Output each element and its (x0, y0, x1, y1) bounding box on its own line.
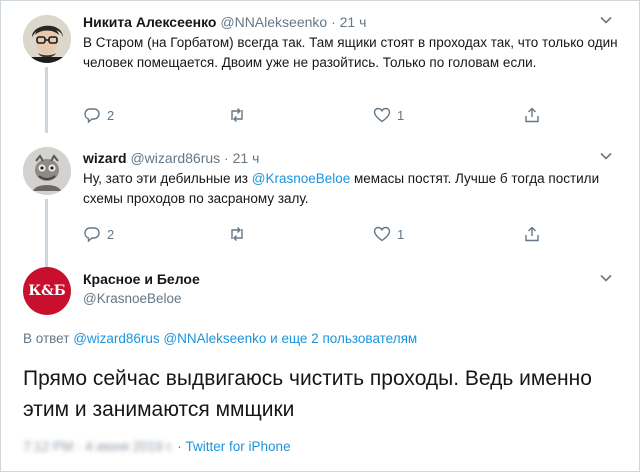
reply-icon (84, 108, 100, 124)
tweet-actions: 2 1 (83, 225, 553, 245)
reply-prefix: В ответ (23, 331, 70, 346)
reply-button[interactable]: 2 (83, 225, 114, 243)
avatar[interactable] (23, 147, 71, 195)
retweet-icon (231, 108, 243, 122)
separator: · (173, 439, 186, 454)
thread-line (45, 199, 48, 267)
retweet-icon (231, 227, 243, 241)
tweet-header: Никита Алексеенко @NNAlekseenko · 21 ч (83, 13, 619, 31)
author-name[interactable]: wizard (83, 150, 127, 166)
chevron-down-icon[interactable] (599, 271, 613, 285)
brand-logo-text: К&Б (28, 283, 66, 299)
author-handle[interactable]: @KrasnoeBeloe (83, 291, 619, 306)
author-handle[interactable]: @NNAlekseenko (220, 14, 327, 30)
timestamp[interactable]: 21 ч (340, 14, 367, 30)
tweet-nikita[interactable]: Никита Алексеенко @NNAlekseenko · 21 ч В… (1, 11, 640, 133)
reply-count: 2 (107, 226, 115, 242)
tweet-thread: Никита Алексеенко @NNAlekseenko · 21 ч В… (0, 0, 640, 472)
mention-link[interactable]: @KrasnoeBeloe (252, 171, 351, 186)
like-icon (373, 107, 391, 123)
share-icon (525, 107, 539, 123)
text-part: Ну, зато эти дебильные из (83, 171, 252, 186)
share-icon (525, 226, 539, 242)
timestamp-blurred[interactable]: 7:12 PM · 4 июня 2019 г. (23, 439, 174, 454)
avatar[interactable] (23, 15, 71, 63)
thread-line (45, 67, 48, 133)
share-button[interactable] (523, 106, 541, 124)
like-button[interactable]: 1 (373, 106, 404, 124)
timestamp[interactable]: 21 ч (233, 150, 260, 166)
main-author: Красное и Белое @KrasnoeBeloe (83, 271, 619, 306)
chevron-down-icon[interactable] (599, 149, 613, 163)
reply-to-line: В ответ @wizard86rus @NNAlekseenko и еще… (23, 331, 417, 346)
like-count: 1 (397, 107, 405, 123)
reply-icon (84, 227, 100, 243)
like-count: 1 (397, 226, 405, 242)
brand-avatar[interactable]: К&Б (23, 267, 71, 315)
author-name[interactable]: Никита Алексеенко (83, 14, 216, 30)
tweet-body: Никита Алексеенко @NNAlekseenko · 21 ч В… (83, 13, 619, 73)
tweet-wizard[interactable]: wizard @wizard86rus · 21 ч Ну, зато эти … (1, 139, 640, 267)
reply-users-link[interactable]: @wizard86rus @NNAlekseenko (73, 331, 266, 346)
source-link[interactable]: Twitter for iPhone (186, 439, 291, 454)
tweet-meta: 7:12 PM · 4 июня 2019 г. · Twitter for i… (23, 439, 291, 454)
author-handle[interactable]: @wizard86rus (130, 150, 220, 166)
reply-others-link[interactable]: и еще 2 пользователям (266, 331, 417, 346)
main-tweet-text: Прямо сейчас выдвигаюсь чистить проходы.… (23, 367, 592, 421)
retweet-button[interactable] (228, 106, 246, 124)
share-button[interactable] (523, 225, 541, 243)
retweet-button[interactable] (228, 225, 246, 243)
tweet-header: wizard @wizard86rus · 21 ч (83, 149, 619, 167)
tweet-text: Ну, зато эти дебильные из @KrasnoeBeloe … (83, 169, 619, 209)
separator: · (331, 14, 336, 30)
like-icon (373, 226, 391, 242)
chevron-down-icon[interactable] (599, 13, 613, 27)
like-button[interactable]: 1 (373, 225, 404, 243)
reply-count: 2 (107, 107, 115, 123)
tweet-body: wizard @wizard86rus · 21 ч Ну, зато эти … (83, 149, 619, 209)
tweet-actions: 2 1 (83, 106, 553, 126)
separator: · (224, 150, 229, 166)
reply-button[interactable]: 2 (83, 106, 114, 124)
tweet-text: В Старом (на Горбатом) всегда так. Там я… (83, 35, 618, 70)
author-name[interactable]: Красное и Белое (83, 271, 619, 287)
